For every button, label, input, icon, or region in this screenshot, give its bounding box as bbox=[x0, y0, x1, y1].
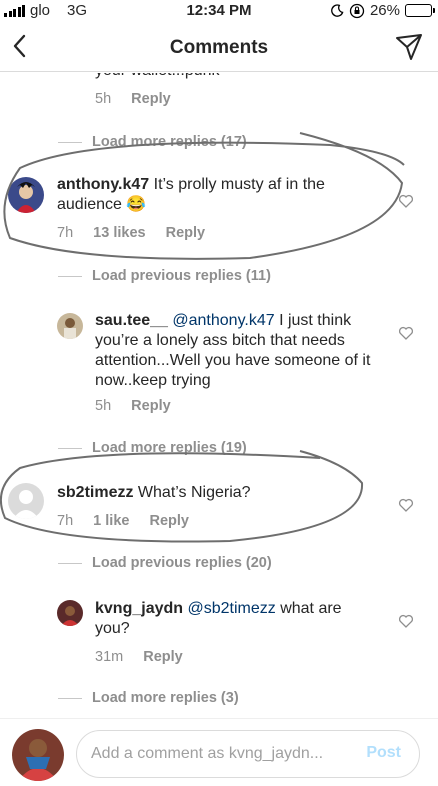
comments-list[interactable]: your wallet...punk 5h Reply Load more re… bbox=[0, 73, 438, 718]
reply-button[interactable]: Reply bbox=[166, 225, 206, 241]
reply-button[interactable]: Reply bbox=[143, 649, 183, 665]
mention-link[interactable]: @anthony.k47 bbox=[172, 312, 274, 329]
comment-text: sau.tee__ @anthony.k47 I just think you’… bbox=[95, 311, 395, 391]
thread-link-label: Load more replies (19) bbox=[92, 440, 247, 456]
comment-text: anthony.k47 It’s prolly musty af in the … bbox=[57, 175, 377, 215]
thread-link-label: Load more replies (17) bbox=[92, 134, 247, 150]
page-title: Comments bbox=[169, 37, 269, 58]
likes-count[interactable]: 1 like bbox=[93, 513, 129, 529]
comment-meta: 5h Reply bbox=[95, 91, 187, 107]
load-previous-replies-link[interactable]: Load previous replies (20) bbox=[58, 555, 272, 571]
comment-time: 7h bbox=[57, 513, 74, 529]
thread-link-label: Load previous replies (11) bbox=[92, 268, 271, 284]
like-heart-icon[interactable] bbox=[398, 497, 414, 513]
comment-reply-partial: your wallet...punk 5h Reply bbox=[0, 73, 438, 113]
status-right: 26% bbox=[331, 2, 435, 19]
comment-time: 7h bbox=[57, 225, 74, 241]
like-heart-icon[interactable] bbox=[398, 193, 414, 209]
load-more-replies-link[interactable]: Load more replies (17) bbox=[58, 134, 247, 150]
avatar[interactable] bbox=[8, 483, 44, 519]
comment-reply: kvng_jaydn @sb2timezz what are you? 31m … bbox=[0, 597, 438, 667]
comment-text: kvng_jaydn @sb2timezz what are you? bbox=[95, 599, 375, 639]
comment-meta: 7h 13 likes Reply bbox=[57, 225, 221, 241]
comment-item: anthony.k47 It’s prolly musty af in the … bbox=[0, 173, 438, 253]
likes-count[interactable]: 13 likes bbox=[93, 225, 145, 241]
comment-meta: 5h Reply bbox=[95, 398, 187, 414]
load-more-replies-link[interactable]: Load more replies (19) bbox=[58, 440, 247, 456]
comment-reply: sau.tee__ @anthony.k47 I just think you’… bbox=[0, 309, 438, 419]
comment-time: 5h bbox=[95, 91, 112, 107]
comment-time: 31m bbox=[95, 649, 124, 665]
comment-input[interactable] bbox=[91, 731, 351, 777]
like-heart-icon[interactable] bbox=[398, 325, 414, 341]
direct-message-icon[interactable] bbox=[394, 32, 424, 62]
comment-username[interactable]: sau.tee__ bbox=[95, 312, 168, 329]
like-heart-icon[interactable] bbox=[398, 613, 414, 629]
comment-text: sb2timezz What’s Nigeria? bbox=[57, 483, 377, 503]
comment-body: What’s Nigeria? bbox=[133, 484, 251, 501]
reply-button[interactable]: Reply bbox=[131, 398, 171, 414]
reply-button[interactable]: Reply bbox=[149, 513, 189, 529]
battery-icon bbox=[405, 4, 435, 17]
comment-meta: 31m Reply bbox=[95, 649, 199, 665]
comment-item: sb2timezz What’s Nigeria? 7h 1 like Repl… bbox=[0, 481, 438, 541]
moon-icon bbox=[331, 4, 344, 17]
avatar[interactable] bbox=[57, 600, 83, 626]
comment-username[interactable]: sb2timezz bbox=[57, 484, 133, 501]
comment-input-box: Post bbox=[76, 730, 420, 778]
thread-link-label: Load previous replies (20) bbox=[92, 555, 272, 571]
post-button[interactable]: Post bbox=[366, 744, 401, 762]
reply-button[interactable]: Reply bbox=[131, 91, 171, 107]
load-previous-replies-link[interactable]: Load previous replies (11) bbox=[58, 268, 271, 284]
navigation-bar: Comments bbox=[0, 22, 438, 72]
comment-username[interactable]: kvng_jaydn bbox=[95, 600, 183, 617]
thread-link-label: Load more replies (3) bbox=[92, 690, 239, 706]
comment-composer: Post bbox=[0, 718, 438, 786]
comment-meta: 7h 1 like Reply bbox=[57, 513, 205, 529]
battery-percent: 26% bbox=[369, 2, 400, 19]
orientation-lock-icon bbox=[349, 3, 365, 18]
comment-text: your wallet...punk bbox=[95, 73, 395, 81]
avatar[interactable] bbox=[8, 177, 44, 213]
comment-time: 5h bbox=[95, 398, 112, 414]
avatar[interactable] bbox=[57, 313, 83, 339]
load-more-replies-link[interactable]: Load more replies (3) bbox=[58, 690, 239, 706]
current-user-avatar bbox=[12, 729, 64, 781]
mention-link[interactable]: @sb2timezz bbox=[187, 600, 275, 617]
status-bar: glo 3G 12:34 PM 26% bbox=[0, 0, 438, 20]
comment-username[interactable]: anthony.k47 bbox=[57, 176, 149, 193]
